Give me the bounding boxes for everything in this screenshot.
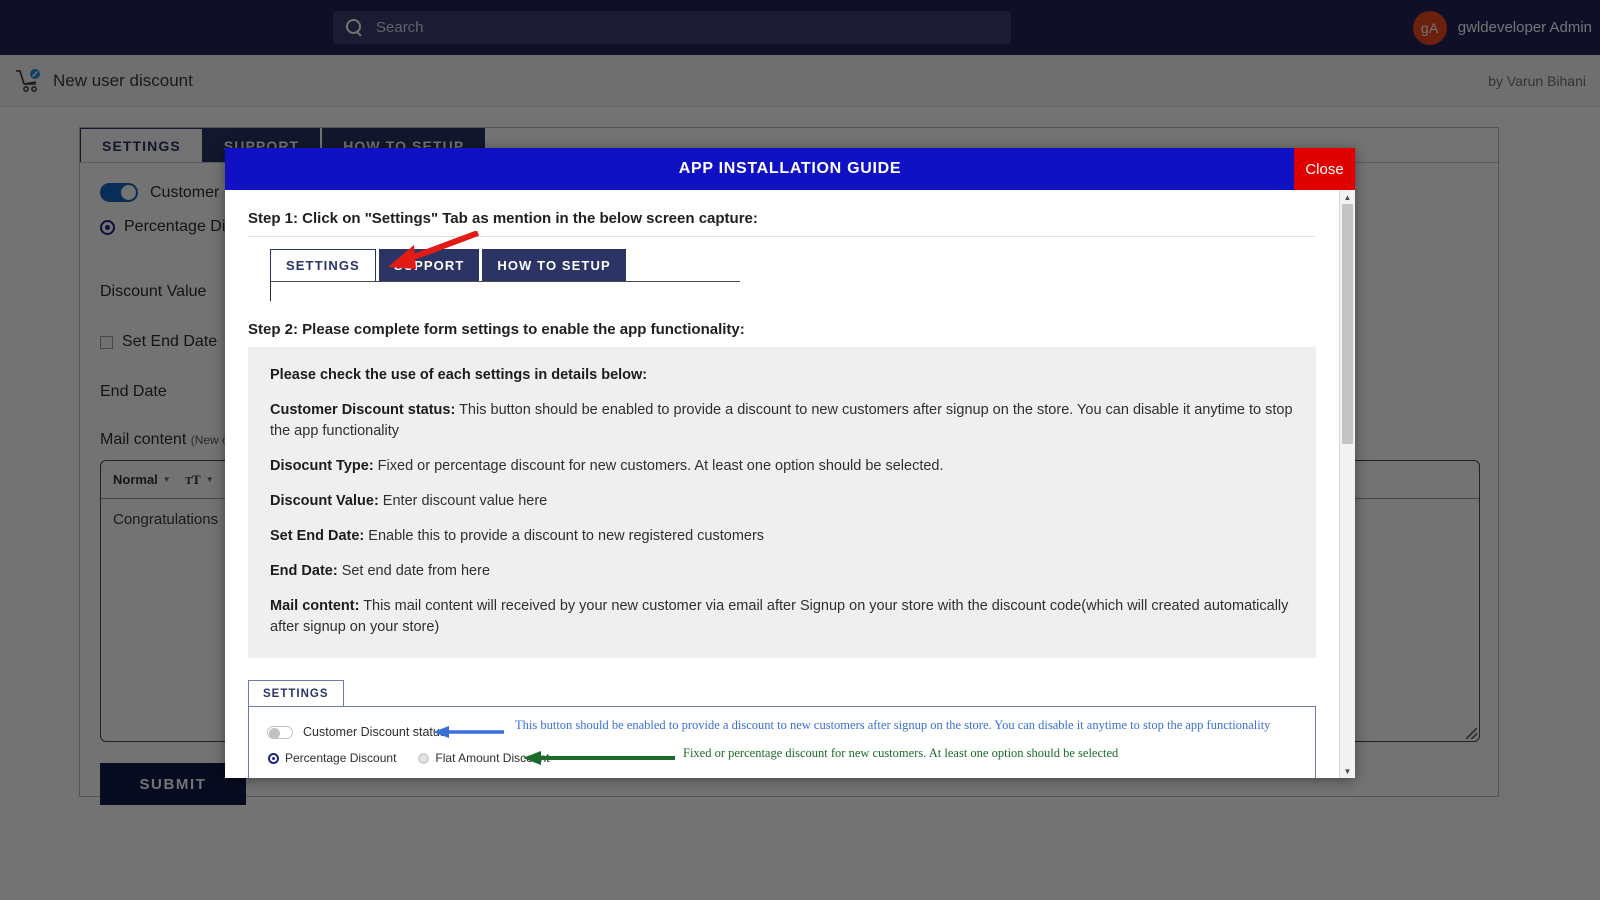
screenshot-tab-how-to-setup: HOW TO SETUP bbox=[482, 249, 626, 282]
annotation-toggle: This button should be enabled to provide… bbox=[515, 718, 1271, 733]
info-item: Mail content: This mail content will rec… bbox=[270, 596, 1294, 638]
info-desc: This mail content will received by your … bbox=[270, 598, 1289, 636]
screenshot2-flat-radio bbox=[418, 752, 430, 764]
info-term: Disocunt Type: bbox=[270, 458, 374, 475]
page-root: gA gwldeveloper Admin New user discount … bbox=[0, 0, 1600, 900]
close-button[interactable]: Close bbox=[1294, 148, 1355, 190]
info-intro: Please check the use of each settings in… bbox=[270, 365, 1294, 386]
modal-title: APP INSTALLATION GUIDE bbox=[678, 160, 902, 177]
info-desc: Set end date from here bbox=[337, 563, 491, 580]
app-installation-guide-modal: APP INSTALLATION GUIDE Close Step 1: Cli… bbox=[225, 148, 1355, 778]
screenshot2-toggle-row: Customer Discount status bbox=[267, 725, 446, 739]
screenshot2-tab-settings: SETTINGS bbox=[248, 680, 344, 708]
info-intro-text: Please check the use of each settings in… bbox=[270, 367, 648, 383]
modal-scrollbar[interactable]: ▲ ▼ bbox=[1339, 190, 1355, 778]
screenshot2-discount-toggle bbox=[267, 725, 293, 739]
info-item: Set End Date: Enable this to provide a d… bbox=[270, 526, 1294, 547]
modal-header: APP INSTALLATION GUIDE Close bbox=[225, 148, 1355, 190]
scroll-up-arrow-icon[interactable]: ▲ bbox=[1340, 190, 1355, 204]
screenshot-tab-support: SUPPORT bbox=[378, 249, 480, 282]
screenshot2-radio-row: Percentage Discount Flat Amount Discount bbox=[268, 751, 549, 765]
modal-body: Step 1: Click on "Settings" Tab as menti… bbox=[225, 190, 1355, 778]
info-item: Discount Value: Enter discount value her… bbox=[270, 491, 1294, 512]
green-arrow-type-icon bbox=[523, 751, 675, 766]
info-term: Mail content: bbox=[270, 598, 360, 615]
divider bbox=[248, 236, 1316, 237]
step2-heading: Step 2: Please complete form settings to… bbox=[248, 321, 745, 338]
info-term: Discount Value: bbox=[270, 493, 379, 510]
info-term: Customer Discount status: bbox=[270, 402, 456, 419]
step2-screenshot: SETTINGS Customer Discount status This b… bbox=[248, 680, 1316, 778]
blue-arrow-toggle-icon bbox=[433, 726, 504, 739]
screenshot2-tab-bar: SETTINGS bbox=[248, 680, 1316, 708]
settings-description-box: Please check the use of each settings in… bbox=[248, 347, 1316, 659]
step1-screenshot: SETTINGS SUPPORT HOW TO SETUP bbox=[270, 231, 770, 301]
info-desc: Enable this to provide a discount to new… bbox=[364, 528, 765, 545]
annotation-discount-value: Enter discount value here bbox=[841, 777, 968, 778]
info-term: End Date: bbox=[270, 563, 338, 580]
screenshot-tab-bar: SETTINGS SUPPORT HOW TO SETUP bbox=[270, 249, 770, 282]
info-item: Customer Discount status: This button sh… bbox=[270, 400, 1294, 442]
info-item: Disocunt Type: Fixed or percentage disco… bbox=[270, 456, 1294, 477]
screenshot2-toggle-label: Customer Discount status bbox=[303, 725, 447, 740]
info-term: Set End Date: bbox=[270, 528, 365, 545]
screenshot-tab-settings: SETTINGS bbox=[270, 249, 376, 282]
info-desc: Fixed or percentage discount for new cus… bbox=[373, 458, 944, 475]
screenshot2-percentage-radio bbox=[268, 752, 279, 764]
screenshot2-percentage-label: Percentage Discount bbox=[285, 751, 397, 766]
info-item: End Date: Set end date from here bbox=[270, 561, 1294, 582]
annotation-discount-type: Fixed or percentage discount for new cus… bbox=[683, 746, 1119, 761]
step1-heading: Step 1: Click on "Settings" Tab as menti… bbox=[248, 210, 758, 227]
modal-scroll-content: Step 1: Click on "Settings" Tab as menti… bbox=[225, 190, 1339, 778]
info-desc: Enter discount value here bbox=[378, 493, 548, 510]
screenshot2-panel: Customer Discount status This button sho… bbox=[248, 706, 1316, 778]
scrollbar-thumb[interactable] bbox=[1342, 204, 1353, 444]
scroll-down-arrow-icon[interactable]: ▼ bbox=[1340, 764, 1355, 778]
screenshot-tab-underline bbox=[270, 281, 740, 282]
screenshot-tab-left-edge bbox=[270, 281, 271, 301]
